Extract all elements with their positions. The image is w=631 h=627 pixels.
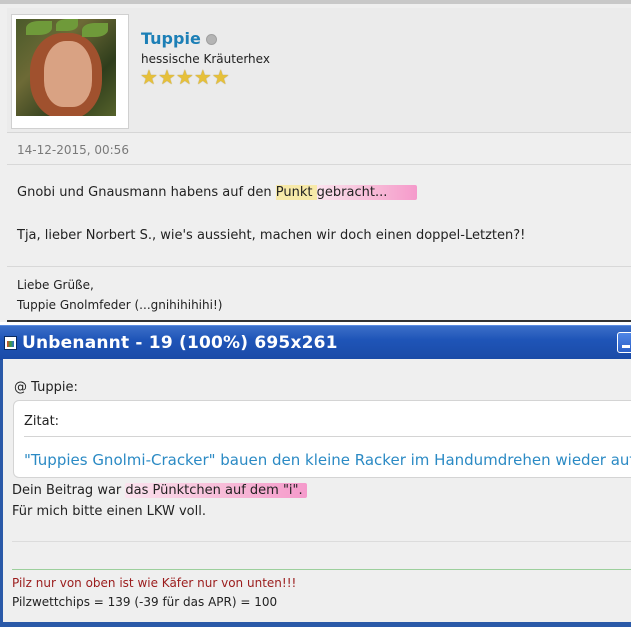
divider [7, 164, 631, 165]
reply-text-line: Für mich bitte einen LKW voll. [12, 504, 206, 519]
signature-divider [7, 266, 631, 267]
user-info-box: Tuppie hessische Kräuterhex ★ ★ ★ ★ ★ [7, 8, 631, 133]
image-editor-icon[interactable] [4, 336, 17, 350]
avatar-face [44, 41, 92, 107]
avatar-leaf [82, 23, 108, 37]
window-title: Unbenannt - 19 (100%) 695x261 [22, 333, 338, 353]
reply-text: Dein Beitrag war [12, 483, 126, 498]
post-text-line: Gnobi und Gnausmann habens auf den Punkt… [17, 185, 418, 200]
star-icon: ★ [193, 65, 212, 89]
username-link[interactable]: Tuppie [141, 29, 201, 48]
window-content: @ Tuppie: Zitat: "Tuppies Gnolmi-Cracker… [3, 359, 631, 627]
image-window: Unbenannt - 19 (100%) 695x261 @ Tuppie: … [0, 325, 631, 627]
signature-line: Liebe Grüße, [17, 278, 94, 292]
quote-label: Zitat: [24, 414, 60, 429]
highlighted-text: Punkt [275, 185, 317, 200]
quote-divider [24, 436, 631, 437]
mention-text: @ Tuppie: [14, 380, 78, 395]
signature-motto: Pilz nur von oben ist wie Käfer nur von … [12, 576, 297, 590]
rank-stars: ★ ★ ★ ★ ★ [140, 65, 230, 89]
quote-box: Zitat: "Tuppies Gnolmi-Cracker" bauen de… [13, 400, 631, 478]
minimize-icon[interactable] [617, 332, 631, 353]
highlighted-text: gebracht... [316, 185, 418, 200]
screen: Tuppie hessische Kräuterhex ★ ★ ★ ★ ★ 14… [0, 0, 631, 627]
quote-text: "Tuppies Gnolmi-Cracker" bauen den klein… [24, 451, 631, 469]
window-titlebar[interactable]: Unbenannt - 19 (100%) 695x261 [0, 325, 631, 360]
reply-text-line: Dein Beitrag war das Pünktchen auf dem "… [12, 483, 307, 498]
user-title: hessische Kräuterhex [141, 52, 270, 66]
signature-line: Tuppie Gnolmfeder (...gnihihihihi!) [17, 298, 223, 312]
highlighted-text: das Pünktchen auf dem "i". [125, 483, 307, 498]
star-icon: ★ [211, 65, 230, 89]
star-icon: ★ [157, 65, 176, 89]
signature-chips: Pilzwettchips = 139 (-39 für das APR) = … [12, 595, 278, 609]
avatar-frame[interactable] [11, 14, 129, 129]
star-icon: ★ [140, 65, 158, 89]
divider [12, 541, 631, 542]
avatar-leaf [26, 21, 52, 35]
forum-post: Tuppie hessische Kräuterhex ★ ★ ★ ★ ★ 14… [0, 0, 631, 322]
window-bottom-border [0, 622, 631, 627]
avatar[interactable] [16, 19, 116, 116]
post-date: 14-12-2015, 00:56 [17, 143, 129, 157]
signature-divider [12, 569, 631, 570]
star-icon: ★ [175, 65, 194, 89]
avatar-leaf [56, 19, 78, 31]
post-bottom-border [7, 320, 631, 322]
post-text-line: Tja, lieber Norbert S., wie's aussieht, … [17, 228, 526, 243]
post-text: Gnobi und Gnausmann habens auf den [17, 185, 276, 200]
offline-status-icon [206, 34, 217, 45]
